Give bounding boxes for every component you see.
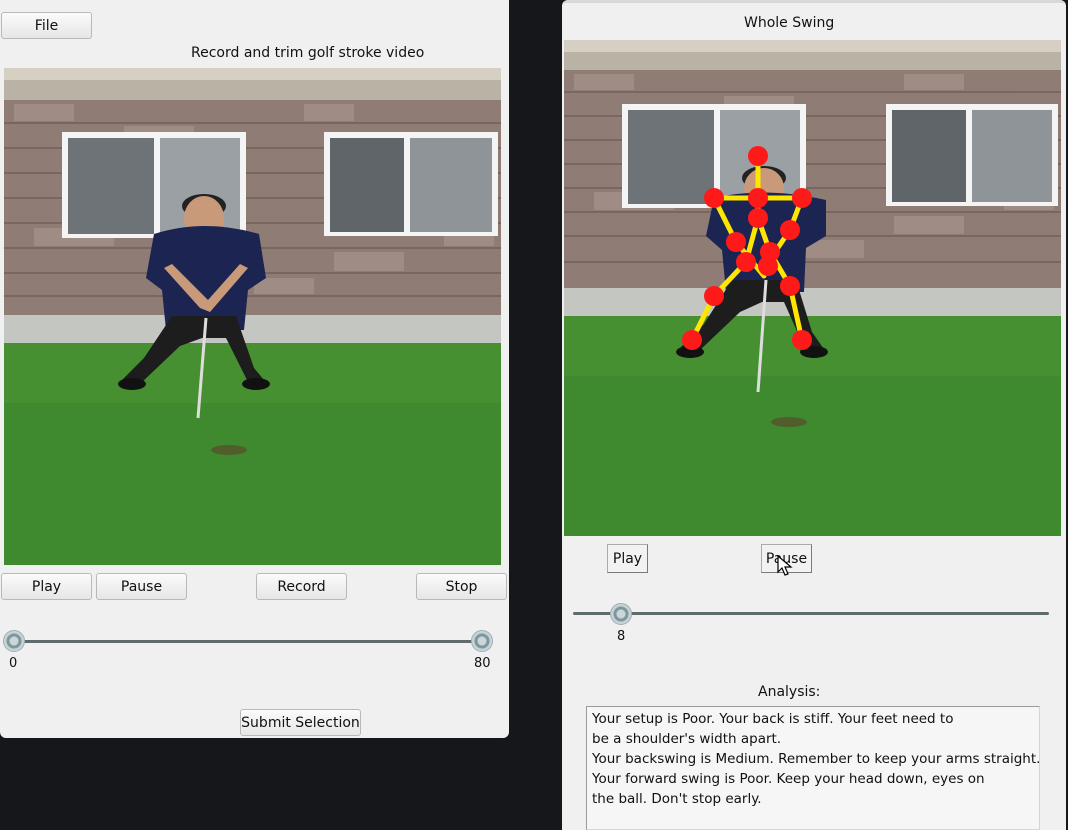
record-trim-window: File Record and trim golf stroke video P… [0, 0, 509, 738]
analysis-line: Your backswing is Medium. Remember to ke… [592, 751, 1040, 767]
analysis-line: the ball. Don't stop early. [592, 791, 762, 807]
play-button[interactable]: Play [1, 573, 92, 600]
window-title: Whole Swing [744, 15, 835, 31]
analysis-label: Analysis: [758, 684, 821, 700]
window-title: Record and trim golf stroke video [191, 45, 425, 61]
slider-min-label: 0 [9, 656, 18, 671]
analysis-text-area[interactable]: Your setup is Poor. Your back is stiff. … [586, 706, 1040, 830]
frame-slider-handle[interactable] [610, 603, 632, 625]
slider-track[interactable] [14, 640, 483, 643]
analysis-line: be a shoulder's width apart. [592, 731, 782, 747]
trim-start-handle[interactable] [3, 630, 25, 652]
submit-selection-button[interactable]: Submit Selection [240, 709, 361, 736]
play-button[interactable]: Play [607, 544, 648, 573]
slider-track[interactable] [573, 612, 1049, 615]
file-menu-button[interactable]: File [1, 12, 92, 39]
video-preview [4, 68, 501, 565]
pose-video-preview [564, 40, 1061, 536]
analysis-line: Your setup is Poor. Your back is stiff. … [592, 711, 954, 727]
mouse-cursor-icon [777, 555, 793, 576]
pause-button[interactable]: Pause [96, 573, 187, 600]
trim-end-handle[interactable] [471, 630, 493, 652]
frame-value-label: 8 [617, 629, 626, 644]
video-frame-image [564, 40, 1061, 536]
analysis-window: Whole Swing Play Pause 8 Analysis: Your … [562, 0, 1066, 830]
window-top-border [562, 0, 1066, 3]
video-frame-image [4, 68, 501, 565]
slider-max-label: 80 [474, 656, 491, 671]
analysis-line: Your forward swing is Poor. Keep your he… [592, 771, 985, 787]
record-button[interactable]: Record [256, 573, 347, 600]
stop-button[interactable]: Stop [416, 573, 507, 600]
